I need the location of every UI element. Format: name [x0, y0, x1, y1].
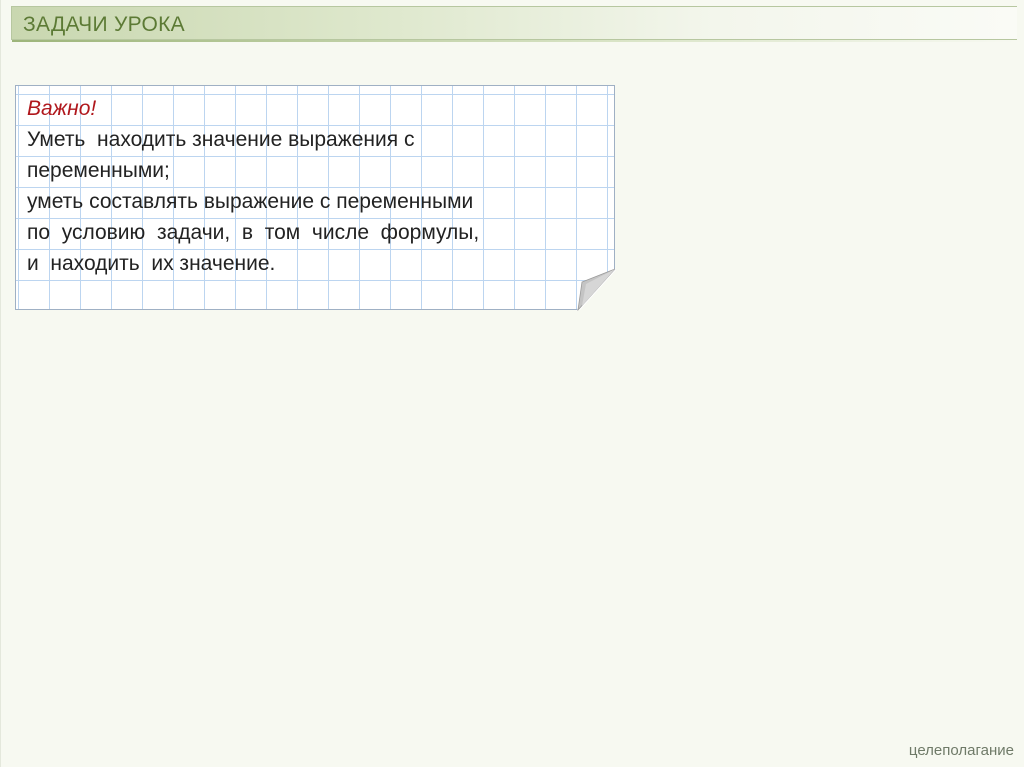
- note-line: уметь составлять выражение с переменными: [27, 190, 474, 213]
- footer-label: целеполагание: [908, 742, 1014, 759]
- note-line: и находить их значение.: [27, 252, 276, 275]
- important-label: Важно!: [27, 97, 97, 120]
- note-line: по условию задачи, в том числе формулы,: [27, 221, 480, 244]
- title-bar: ЗАДАЧИ УРОКА: [11, 6, 1017, 42]
- note-line: Уметь находить значение выражения с: [27, 128, 415, 151]
- slide: ЗАДАЧИ УРОКА Важно! Уметь находить значе…: [0, 0, 1024, 767]
- slide-title: ЗАДАЧИ УРОКА: [23, 13, 185, 36]
- note-content: Важно! Уметь находить значение выражения…: [27, 93, 597, 279]
- note-line: переменными;: [27, 159, 170, 182]
